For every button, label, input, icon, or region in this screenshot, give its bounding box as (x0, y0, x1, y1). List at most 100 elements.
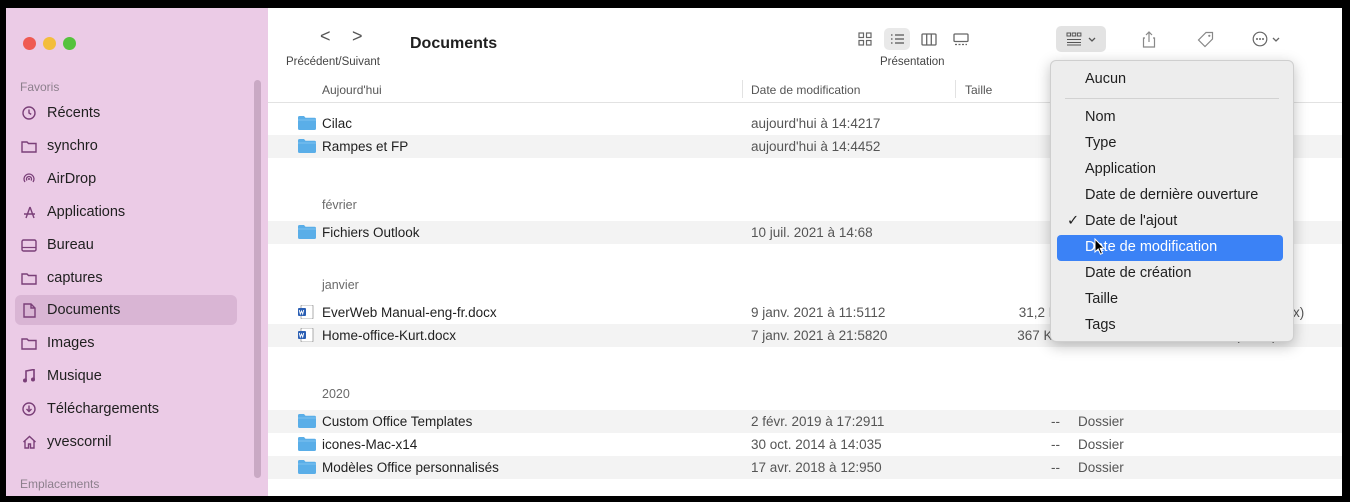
file-name: icones-Mac-x14 (322, 437, 418, 452)
sidebar-item-home[interactable]: yvescornil (15, 427, 237, 457)
sidebar-scrollbar[interactable] (254, 80, 261, 478)
window-title: Documents (410, 35, 498, 52)
gallery-view-icon[interactable] (948, 28, 974, 50)
sidebar-item-synchro[interactable]: synchro (15, 131, 237, 161)
sidebar-item-label: captures (47, 270, 103, 286)
icon-view-icon[interactable] (852, 28, 878, 50)
file-date: 2 févr. 2019 à 17:2911 (751, 414, 885, 429)
file-name: Rampes et FP (322, 139, 409, 154)
sidebar-section-favorites: Favoris (20, 80, 60, 94)
menu-item-nom[interactable]: Nom (1057, 105, 1283, 131)
close-window-button[interactable] (23, 37, 36, 50)
menu-item-label: Application (1085, 161, 1156, 177)
share-icon[interactable] (1136, 28, 1162, 50)
sidebar-item-airdrop[interactable]: AirDrop (15, 164, 237, 194)
forward-button[interactable]: > (352, 26, 363, 47)
chevron-down-icon (1272, 37, 1280, 42)
minimize-window-button[interactable] (43, 37, 56, 50)
file-date: 9 janv. 2021 à 11:5112 (751, 305, 886, 320)
menu-item-aucun[interactable]: Aucun (1057, 67, 1283, 93)
zoom-window-button[interactable] (63, 37, 76, 50)
sidebar: Favoris Récents synchro AirDrop Applicat… (6, 8, 268, 496)
menu-item-date-modification[interactable]: Date de modification (1057, 235, 1283, 261)
column-name-header[interactable]: Aujourd'hui (322, 83, 382, 97)
file-name: Custom Office Templates (322, 414, 473, 429)
sidebar-item-label: yvescornil (47, 434, 112, 450)
applications-icon (21, 204, 37, 220)
list-view-icon[interactable] (884, 28, 910, 50)
menu-item-type[interactable]: Type (1057, 131, 1283, 157)
sidebar-item-applications[interactable]: Applications (15, 197, 237, 227)
menu-item-date-ajout[interactable]: ✓ Date de l'ajout (1057, 209, 1283, 235)
folder-icon (298, 437, 316, 454)
sidebar-item-images[interactable]: Images (15, 328, 237, 358)
sidebar-item-recents[interactable]: Récents (15, 98, 237, 128)
menu-item-label: Nom (1085, 109, 1116, 125)
column-divider[interactable] (955, 80, 956, 98)
menu-item-tags[interactable]: Tags (1057, 313, 1283, 339)
group-header-fevrier: février (322, 198, 357, 212)
file-kind: x) (1293, 305, 1305, 320)
more-actions-button[interactable] (1246, 28, 1286, 50)
file-name: Fichiers Outlook (322, 225, 420, 240)
word-document-icon (298, 327, 314, 345)
document-icon (21, 302, 37, 318)
file-row-icones[interactable]: icones-Mac-x14 30 oct. 2014 à 14:035 -- … (268, 433, 1342, 456)
file-size: -- (1051, 414, 1060, 429)
group-by-menu: Aucun Nom Type Application Date de derni… (1050, 60, 1294, 342)
menu-separator (1065, 98, 1279, 99)
mouse-cursor-icon (1094, 237, 1106, 261)
sidebar-item-captures[interactable]: captures (15, 263, 237, 293)
column-size-header[interactable]: Taille (965, 83, 992, 97)
clock-icon (21, 105, 37, 121)
menu-item-application[interactable]: Application (1057, 157, 1283, 183)
file-date: aujourd'hui à 14:4452 (751, 139, 881, 154)
tag-icon[interactable] (1192, 28, 1218, 50)
file-size: -- (1051, 437, 1060, 452)
column-view-icon[interactable] (916, 28, 942, 50)
menu-item-label: Aucun (1085, 71, 1127, 87)
folder-icon (21, 335, 37, 351)
menu-item-label: Taille (1085, 291, 1119, 307)
file-name: Modèles Office personnalisés (322, 460, 499, 475)
column-date-header[interactable]: Date de modification (751, 83, 860, 97)
menu-item-label: Date de l'ajout (1085, 213, 1178, 229)
sidebar-item-documents[interactable]: Documents (15, 295, 237, 325)
sidebar-item-telechargements[interactable]: Téléchargements (15, 394, 237, 424)
file-date: 30 oct. 2014 à 14:035 (751, 437, 882, 452)
file-name: EverWeb Manual-eng-fr.docx (322, 305, 497, 320)
menu-item-date-creation[interactable]: Date de création (1057, 261, 1283, 287)
sidebar-item-label: Bureau (47, 237, 94, 253)
folder-icon (298, 139, 316, 156)
sidebar-item-musique[interactable]: Musique (15, 361, 237, 391)
folder-icon (298, 414, 316, 431)
sidebar-item-bureau[interactable]: Bureau (15, 230, 237, 260)
menu-item-taille[interactable]: Taille (1057, 287, 1283, 313)
file-kind: Dossier (1078, 437, 1124, 452)
file-name: Home-office-Kurt.docx (322, 328, 457, 343)
menu-item-date-derniere-ouverture[interactable]: Date de dernière ouverture (1057, 183, 1283, 209)
file-date: 7 janv. 2021 à 21:5820 (751, 328, 888, 343)
file-size: -- (1051, 460, 1060, 475)
group-by-button[interactable] (1056, 26, 1106, 52)
back-button[interactable]: < (320, 26, 331, 47)
sidebar-item-label: Récents (47, 105, 101, 121)
menu-item-label: Type (1085, 135, 1117, 151)
word-document-icon (298, 304, 314, 322)
file-date: aujourd'hui à 14:4217 (751, 116, 881, 131)
checkmark-icon: ✓ (1067, 213, 1080, 229)
folder-icon (298, 460, 316, 477)
nav-label: Précédent/Suivant (286, 56, 380, 68)
download-icon (21, 401, 37, 417)
group-header-janvier: janvier (322, 278, 359, 292)
column-divider[interactable] (742, 80, 743, 98)
file-row-modeles[interactable]: Modèles Office personnalisés 17 avr. 201… (268, 456, 1342, 479)
music-icon (21, 368, 37, 384)
sidebar-section-locations: Emplacements (20, 477, 100, 491)
folder-icon (298, 116, 316, 133)
file-row-custom-templates[interactable]: Custom Office Templates 2 févr. 2019 à 1… (268, 410, 1342, 433)
file-kind: Dossier (1078, 460, 1124, 475)
menu-item-label: Tags (1085, 317, 1116, 333)
sidebar-item-label: AirDrop (47, 171, 97, 187)
sidebar-item-label: synchro (47, 138, 98, 154)
